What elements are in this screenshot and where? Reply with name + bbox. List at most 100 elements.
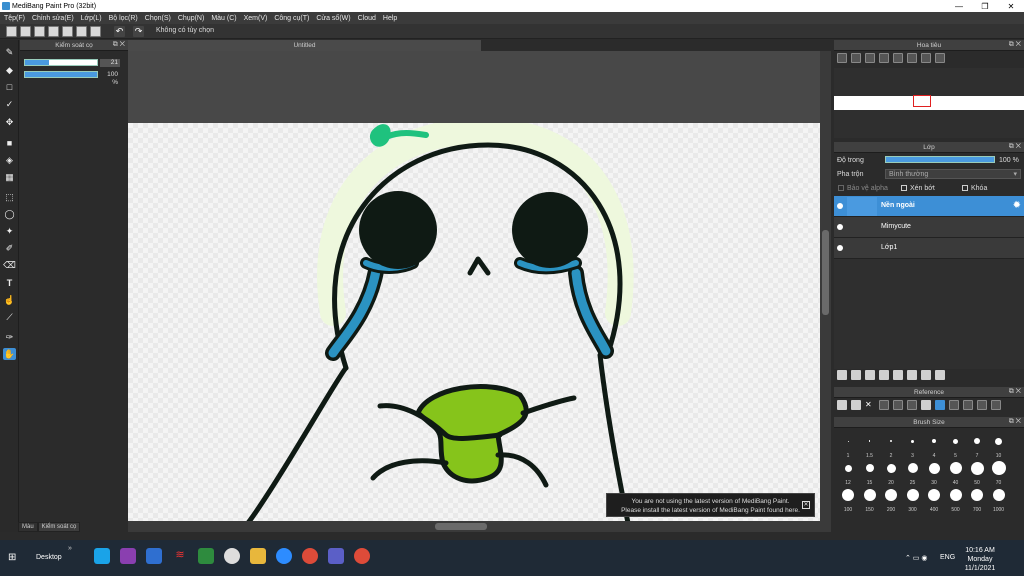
dot-tool-icon[interactable]: □ — [3, 81, 16, 93]
brush-size-preset[interactable]: 3 — [903, 433, 923, 459]
brush-size-preset[interactable]: 12 — [838, 460, 858, 486]
menu-layer[interactable]: Lớp(L) — [81, 15, 102, 22]
app-blue-icon[interactable] — [146, 548, 162, 564]
undo-icon[interactable]: ↶ — [114, 26, 125, 37]
file-explorer-icon[interactable] — [250, 548, 266, 564]
move-tool-icon[interactable]: ✥ — [3, 116, 16, 128]
gear-icon[interactable]: ✹ — [1013, 200, 1021, 211]
brush-size-preset[interactable]: 7 — [967, 433, 987, 459]
skype-icon[interactable] — [94, 548, 110, 564]
brush-size-preset[interactable]: 150 — [860, 487, 880, 513]
brush-size-preset[interactable]: 700 — [967, 487, 987, 513]
eyedropper-icon[interactable]: ✑ — [3, 331, 16, 343]
tab-color[interactable]: Màu — [18, 522, 38, 532]
blend-mode-select[interactable]: Bình thường ▾ — [885, 169, 1021, 179]
brush-size-value[interactable]: 21 — [100, 59, 120, 67]
menu-select[interactable]: Chọn(S) — [145, 15, 171, 22]
zoom-in-icon[interactable] — [879, 400, 889, 410]
teams-icon[interactable] — [328, 548, 344, 564]
chrome-alt-icon[interactable] — [354, 548, 370, 564]
comic-panel-icon[interactable] — [90, 26, 101, 37]
flip-icon[interactable] — [963, 400, 973, 410]
document-tab[interactable]: Untitled — [128, 40, 481, 51]
brush-size-preset[interactable]: 20 — [881, 460, 901, 486]
gradient-tool-icon[interactable]: ▦ — [3, 171, 16, 183]
brush-size-preset[interactable]: 200 — [881, 487, 901, 513]
page-icon[interactable] — [62, 26, 73, 37]
divide-tool-icon[interactable]: ⟋ — [3, 311, 16, 323]
panel-close-icon[interactable]: ⧉ ✕ — [1009, 41, 1021, 49]
drawing-canvas[interactable] — [128, 123, 820, 523]
eye-icon[interactable] — [837, 224, 843, 230]
restore-button[interactable]: ❐ — [972, 0, 998, 12]
open-image-icon[interactable] — [851, 400, 861, 410]
fit-icon[interactable] — [893, 400, 903, 410]
panel-close-icon[interactable]: ⧉ ✕ — [1009, 388, 1021, 396]
minimize-button[interactable]: — — [946, 0, 972, 12]
open-file-icon[interactable] — [34, 26, 45, 37]
eye-icon[interactable] — [837, 203, 843, 209]
menu-filter[interactable]: Bộ lọc(R) — [109, 15, 138, 22]
update-notification[interactable]: You are not using the latest version of … — [606, 493, 815, 517]
new-halftone-layer-icon[interactable] — [851, 370, 861, 380]
windows-start-icon[interactable]: ⊞ — [8, 552, 16, 563]
close-icon[interactable]: ✕ — [865, 400, 875, 410]
hand-icon[interactable] — [935, 400, 945, 410]
protect-alpha-checkbox[interactable] — [838, 185, 844, 191]
brush-size-preset[interactable]: 100 — [838, 487, 858, 513]
tab-brush-control[interactable]: Kiểm soát cọ — [37, 522, 81, 532]
eye-icon[interactable] — [837, 245, 843, 251]
brush-size-preset[interactable]: 30 — [924, 460, 944, 486]
zoom-in-icon[interactable] — [837, 53, 847, 63]
app-purple-icon[interactable] — [120, 548, 136, 564]
panel-close-icon[interactable]: ⧉ ✕ — [1009, 418, 1021, 426]
merge-layer-icon[interactable] — [921, 370, 931, 380]
brush-size-preset[interactable]: 1 — [838, 433, 858, 459]
chrome-icon[interactable] — [302, 548, 318, 564]
new-layer-icon[interactable] — [837, 370, 847, 380]
navigator-preview[interactable] — [834, 68, 1024, 138]
brush-size-preset[interactable]: 300 — [903, 487, 923, 513]
menu-cloud[interactable]: Cloud — [358, 15, 376, 22]
operation-tool-icon[interactable]: ☝ — [3, 294, 16, 306]
rotate-left-icon[interactable] — [893, 53, 903, 63]
brush-size-preset[interactable]: 70 — [989, 460, 1009, 486]
app-green-icon[interactable] — [198, 548, 214, 564]
folder-icon[interactable] — [893, 370, 903, 380]
medibang-icon[interactable] — [224, 548, 240, 564]
upload-icon[interactable] — [837, 400, 847, 410]
brush-size-preset[interactable]: 40 — [946, 460, 966, 486]
brush-size-preset[interactable]: 4 — [924, 433, 944, 459]
menu-file[interactable]: Tệp(F) — [4, 15, 25, 22]
fill-tool-icon[interactable]: ◈ — [3, 154, 16, 166]
horizontal-scroll-thumb[interactable] — [435, 523, 487, 530]
vertical-scroll-thumb[interactable] — [822, 230, 829, 315]
magic-wand-icon[interactable]: ✦ — [3, 225, 16, 237]
tray-icons[interactable]: ⌃ ▭ ◉ — [905, 554, 927, 562]
rotate-right-icon[interactable] — [977, 400, 987, 410]
chat-icon[interactable] — [48, 26, 59, 37]
brush-tool-icon[interactable]: ✎ — [3, 46, 16, 58]
menu-color[interactable]: Màu (C) — [211, 15, 236, 22]
brush-size-preset[interactable]: 5 — [946, 433, 966, 459]
desktop-label[interactable]: Desktop — [36, 554, 62, 561]
notification-close-button[interactable]: ✕ — [802, 501, 810, 509]
layer-row[interactable]: Mimycute — [834, 217, 1024, 238]
brush-size-preset[interactable]: 10 — [989, 433, 1009, 459]
panel-close-icon[interactable]: ⧉ ✕ — [113, 41, 125, 49]
flip-icon[interactable] — [907, 53, 917, 63]
menu-tools[interactable]: Công cụ(T) — [274, 15, 309, 22]
clip-checkbox[interactable] — [901, 185, 907, 191]
menu-snap[interactable]: Chụp(N) — [178, 15, 204, 22]
hand-tool-icon[interactable]: ✋ — [3, 348, 16, 360]
brush-size-preset[interactable]: 500 — [946, 487, 966, 513]
select-pen-icon[interactable]: ✐ — [3, 242, 16, 254]
brush-size-preset[interactable]: 1.5 — [860, 433, 880, 459]
text-tool-icon[interactable]: T — [3, 277, 16, 289]
zoom-out-icon[interactable] — [879, 53, 889, 63]
lock-icon[interactable] — [935, 53, 945, 63]
brush-size-preset[interactable]: 50 — [967, 460, 987, 486]
zoom-out-icon[interactable] — [907, 400, 917, 410]
rotate-left-icon[interactable] — [949, 400, 959, 410]
layer-opacity-slider[interactable] — [885, 156, 995, 163]
